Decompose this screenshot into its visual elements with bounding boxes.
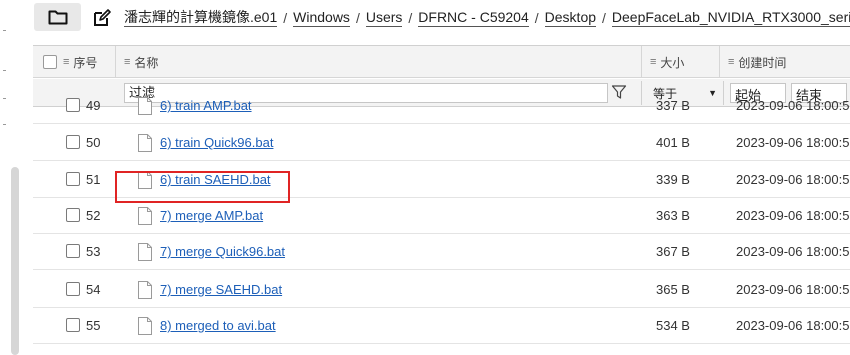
row-checkbox[interactable] <box>66 282 80 296</box>
file-size: 367 B <box>656 244 690 259</box>
breadcrumb-item[interactable]: Desktop <box>544 9 597 27</box>
breadcrumb-item[interactable]: Users <box>365 9 403 27</box>
file-name-link[interactable]: 7) merge SAEHD.bat <box>160 282 282 297</box>
row-checkbox[interactable] <box>66 318 80 332</box>
gutter-mark <box>3 124 6 125</box>
breadcrumb-separator: / <box>534 10 539 26</box>
table-row[interactable]: 54 7) merge SAEHD.bat 365 B 2023-09-06 1… <box>33 272 850 308</box>
table-row[interactable]: 53 7) merge Quick96.bat 367 B 2023-09-06… <box>33 234 850 270</box>
file-icon <box>138 243 152 261</box>
row-index: 54 <box>86 282 101 297</box>
file-size: 534 B <box>656 318 690 333</box>
file-name-link[interactable]: 6) train Quick96.bat <box>160 135 273 150</box>
header-name-label[interactable]: 名称 <box>134 54 158 71</box>
file-created: 2023-09-06 18:00:5 <box>736 318 850 333</box>
row-checkbox[interactable] <box>66 172 80 186</box>
header-name[interactable]: ≡ 名称 <box>124 46 158 78</box>
row-checkbox[interactable] <box>66 244 80 258</box>
file-created: 2023-09-06 18:00:5 <box>736 244 850 259</box>
file-size: 337 B <box>656 98 690 113</box>
breadcrumb-item[interactable]: DFRNC - C59204 <box>418 9 529 27</box>
column-lines-icon: ≡ <box>728 56 735 68</box>
breadcrumb-separator: / <box>602 10 606 26</box>
breadcrumb-item-current[interactable]: DeepFaceLab_NVIDIA_RTX3000_series <box>611 9 850 27</box>
file-name-link[interactable]: 7) merge AMP.bat <box>160 208 263 223</box>
breadcrumb-separator: / <box>355 10 360 26</box>
gutter-mark <box>3 30 6 31</box>
file-icon <box>138 281 152 299</box>
file-size: 339 B <box>656 172 690 187</box>
table-row[interactable]: 55 8) merged to avi.bat 534 B 2023-09-06… <box>33 308 850 344</box>
left-gutter <box>0 0 22 355</box>
column-lines-icon: ≡ <box>63 56 70 68</box>
row-index: 50 <box>86 135 101 150</box>
file-created: 2023-09-06 18:00:5 <box>736 208 850 223</box>
file-icon <box>138 317 152 335</box>
edit-icon[interactable] <box>92 8 112 28</box>
header-size[interactable]: ≡ 大小 <box>650 46 684 78</box>
file-icon <box>138 134 152 152</box>
file-table: ≡ 序号 ≡ 名称 ≡ 大小 ≡ 创建时间 过滤 等于 ▼ 起始 结束 49 6… <box>33 45 850 355</box>
breadcrumb-bar: 潘志輝的計算機鏡像.e01 / Windows / Users / DFRNC … <box>22 0 850 36</box>
breadcrumb-separator: / <box>283 10 288 26</box>
header-created-label[interactable]: 创建时间 <box>738 54 786 71</box>
row-checkbox[interactable] <box>66 208 80 222</box>
file-size: 401 B <box>656 135 690 150</box>
table-row[interactable]: 52 7) merge AMP.bat 363 B 2023-09-06 18:… <box>33 198 850 234</box>
file-name-link[interactable]: 6) train AMP.bat <box>160 98 252 113</box>
folder-button[interactable] <box>34 3 81 31</box>
file-name-link[interactable]: 7) merge Quick96.bat <box>160 244 285 259</box>
column-lines-icon: ≡ <box>124 56 131 68</box>
file-created: 2023-09-06 18:00:5 <box>736 282 850 297</box>
gutter-mark <box>3 98 6 99</box>
table-row[interactable]: 50 6) train Quick96.bat 401 B 2023-09-06… <box>33 125 850 161</box>
column-lines-icon: ≡ <box>650 56 657 68</box>
file-created: 2023-09-06 18:00:5 <box>736 135 850 150</box>
row-index: 53 <box>86 244 101 259</box>
header-created[interactable]: ≡ 创建时间 <box>728 46 786 78</box>
file-created: 2023-09-06 18:00:5 <box>736 172 850 187</box>
column-divider[interactable] <box>719 46 720 78</box>
file-size: 363 B <box>656 208 690 223</box>
column-divider[interactable] <box>115 46 116 78</box>
file-created: 2023-09-06 18:00:5 <box>736 98 850 113</box>
column-divider[interactable] <box>641 46 642 78</box>
gutter-mark <box>3 70 6 71</box>
gutter-scrollbar[interactable] <box>11 167 19 355</box>
file-icon <box>138 97 152 115</box>
row-index: 55 <box>86 318 101 333</box>
breadcrumb: 潘志輝的計算機鏡像.e01 / Windows / Users / DFRNC … <box>124 9 850 27</box>
folder-icon <box>48 10 67 25</box>
highlight-box <box>115 171 290 203</box>
row-checkbox[interactable] <box>66 135 80 149</box>
breadcrumb-item[interactable]: 潘志輝的計算機鏡像.e01 <box>124 9 278 27</box>
select-all-checkbox[interactable] <box>43 55 57 69</box>
file-size: 365 B <box>656 282 690 297</box>
header-size-label[interactable]: 大小 <box>660 54 684 71</box>
row-index: 52 <box>86 208 101 223</box>
table-row[interactable]: 49 6) train AMP.bat 337 B 2023-09-06 18:… <box>33 88 850 124</box>
header-select-all[interactable]: ≡ 序号 <box>43 46 97 78</box>
file-icon <box>138 207 152 225</box>
file-name-link[interactable]: 8) merged to avi.bat <box>160 318 276 333</box>
breadcrumb-item[interactable]: Windows <box>293 9 350 27</box>
row-index: 49 <box>86 98 101 113</box>
header-index-label[interactable]: 序号 <box>73 54 97 71</box>
breadcrumb-separator: / <box>408 10 413 26</box>
row-index: 51 <box>86 172 101 187</box>
table-header: ≡ 序号 ≡ 名称 ≡ 大小 ≡ 创建时间 <box>33 46 850 78</box>
row-checkbox[interactable] <box>66 98 80 112</box>
